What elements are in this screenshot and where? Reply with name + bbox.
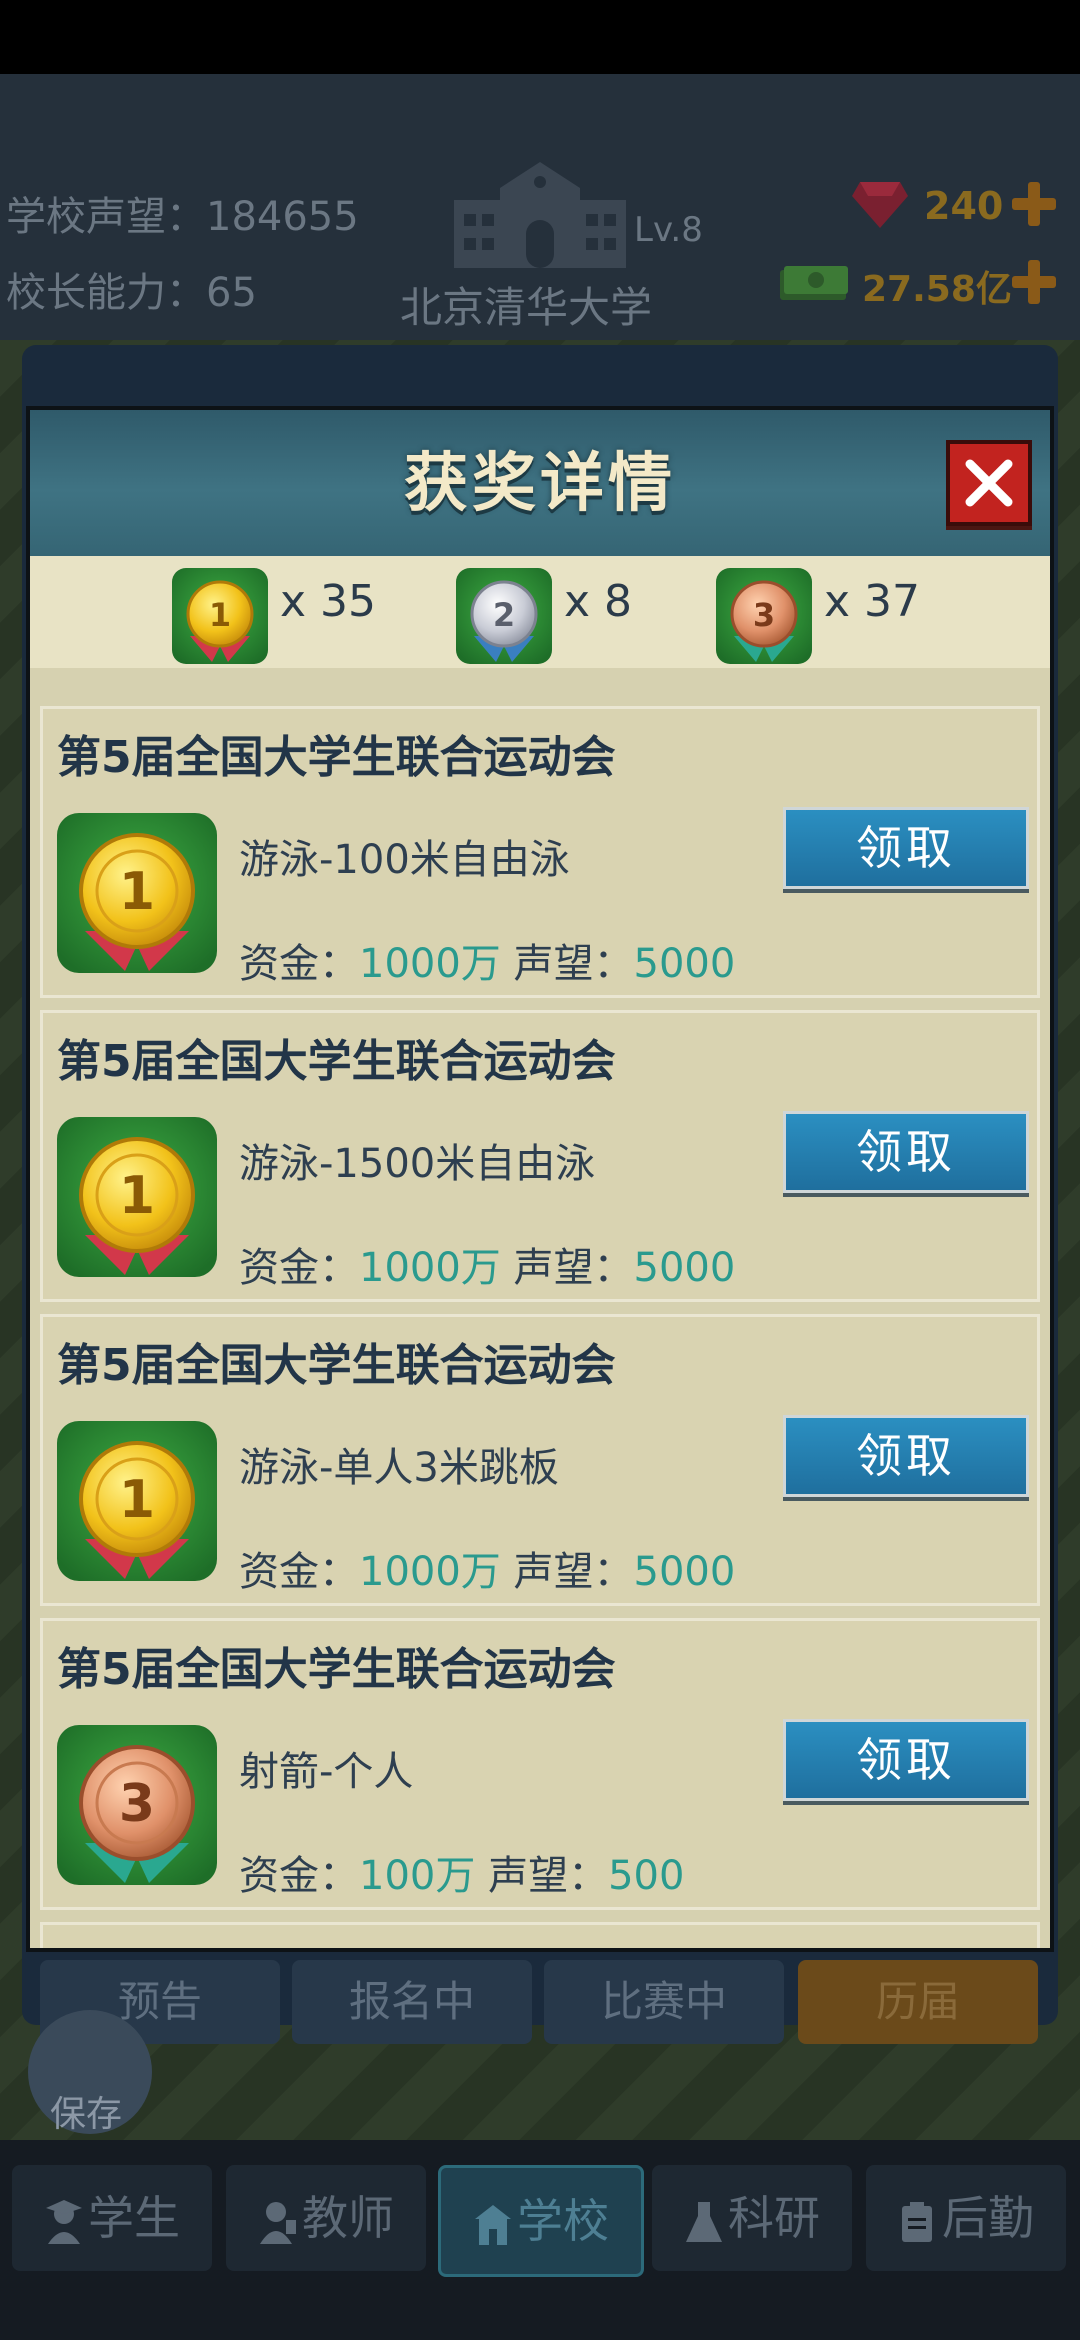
- silver-count: x 8: [564, 576, 633, 627]
- reward-info: 资金：1000万 声望：5000: [239, 941, 736, 987]
- money-count: 27.58亿: [862, 269, 1012, 310]
- close-button[interactable]: [946, 440, 1032, 526]
- reward-info: 资金：1000万 声望：5000: [239, 1245, 736, 1291]
- gold-count: x 35: [280, 576, 377, 627]
- save-label: 保存: [50, 2094, 123, 2135]
- award-card: 第5届全国大学生联合运动会: [40, 1922, 1040, 1948]
- nav-logistics: 后勤: [866, 2165, 1066, 2271]
- event-name: 游泳-单人3米跳板: [239, 1445, 559, 1491]
- nav-research: 科研: [652, 2165, 852, 2271]
- competition-title: 第5届全国大学生联合运动会: [57, 732, 616, 783]
- svg-text:3: 3: [119, 1774, 155, 1834]
- svg-text:1: 1: [119, 862, 155, 922]
- school-building-icon: [454, 162, 626, 268]
- award-card: 第5届全国大学生联合运动会 1 游泳-1500米自由泳 领取 资金：1000万 …: [40, 1010, 1040, 1302]
- award-details-dialog: 获奖详情 1 x 35 2 x 8 3 x 37 第5届全国大学生联合运动会 1…: [26, 406, 1054, 1952]
- school-name: 北京清华大学: [400, 283, 653, 332]
- award-card: 第5届全国大学生联合运动会 3 射箭-个人 领取 资金：100万 声望：500: [40, 1618, 1040, 1910]
- ability-stat: 校长能力：65: [6, 270, 257, 316]
- teacher-icon: [260, 2201, 296, 2244]
- svg-text:1: 1: [209, 596, 231, 634]
- school-icon: [475, 2204, 511, 2245]
- tab-past: 历届: [798, 1960, 1038, 2044]
- status-bar: [0, 0, 1080, 74]
- claim-button[interactable]: 领取: [783, 1719, 1029, 1801]
- event-name: 射箭-个人: [239, 1749, 414, 1795]
- bronze-medal-icon: 3: [57, 1725, 217, 1885]
- reward-info: 资金：100万 声望：500: [239, 1853, 685, 1899]
- bronze-count: x 37: [824, 576, 921, 627]
- competition-title: 第5届全国大学生联合运动会: [57, 1036, 616, 1087]
- student-icon: [46, 2199, 82, 2244]
- svg-text:1: 1: [119, 1470, 155, 1530]
- add-money-icon[interactable]: [1010, 258, 1058, 306]
- dialog-title: 获奖详情: [404, 447, 676, 521]
- tab-in-progress: 比赛中: [544, 1960, 784, 2044]
- nav-teachers: 教师: [226, 2165, 426, 2271]
- competition-title: 第5届全国大学生联合运动会: [57, 1937, 616, 1948]
- tab-registering: 报名中: [292, 1960, 532, 2044]
- nav-students: 学生: [12, 2165, 212, 2271]
- gem-icon: [852, 182, 908, 228]
- svg-text:2: 2: [493, 596, 515, 634]
- nav-school: 学校: [438, 2165, 644, 2277]
- silver-medal-icon: 2: [456, 568, 552, 664]
- bronze-medal-icon: 3: [716, 568, 812, 664]
- flask-icon: [686, 2201, 722, 2242]
- reward-info: 资金：1000万 声望：5000: [239, 1549, 736, 1595]
- gem-count: 240: [924, 184, 1004, 228]
- clipboard-icon: [902, 2201, 932, 2242]
- dialog-header: 获奖详情: [30, 410, 1050, 556]
- award-card: 第5届全国大学生联合运动会 1 游泳-100米自由泳 领取 资金：1000万 声…: [40, 706, 1040, 998]
- competition-title: 第5届全国大学生联合运动会: [57, 1340, 616, 1391]
- gold-medal-icon: 1: [57, 1117, 217, 1277]
- event-name: 游泳-100米自由泳: [239, 837, 570, 883]
- claim-button[interactable]: 领取: [783, 807, 1029, 889]
- cash-icon: [780, 266, 848, 300]
- close-icon: [965, 459, 1013, 507]
- gold-medal-icon: 1: [57, 813, 217, 973]
- event-name: 游泳-1500米自由泳: [239, 1141, 596, 1187]
- medal-summary: 1 x 35 2 x 8 3 x 37: [30, 556, 1050, 668]
- add-gems-icon[interactable]: [1010, 180, 1058, 228]
- gold-medal-icon: 1: [172, 568, 268, 664]
- award-card: 第5届全国大学生联合运动会 1 游泳-单人3米跳板 领取 资金：1000万 声望…: [40, 1314, 1040, 1606]
- reputation-stat: 学校声望：184655: [6, 194, 359, 240]
- svg-text:1: 1: [119, 1166, 155, 1226]
- claim-button[interactable]: 领取: [783, 1111, 1029, 1193]
- gold-medal-icon: 1: [57, 1421, 217, 1581]
- school-level: Lv.8: [634, 210, 703, 250]
- competition-title: 第5届全国大学生联合运动会: [57, 1644, 616, 1695]
- claim-button[interactable]: 领取: [783, 1415, 1029, 1497]
- svg-text:3: 3: [753, 596, 775, 634]
